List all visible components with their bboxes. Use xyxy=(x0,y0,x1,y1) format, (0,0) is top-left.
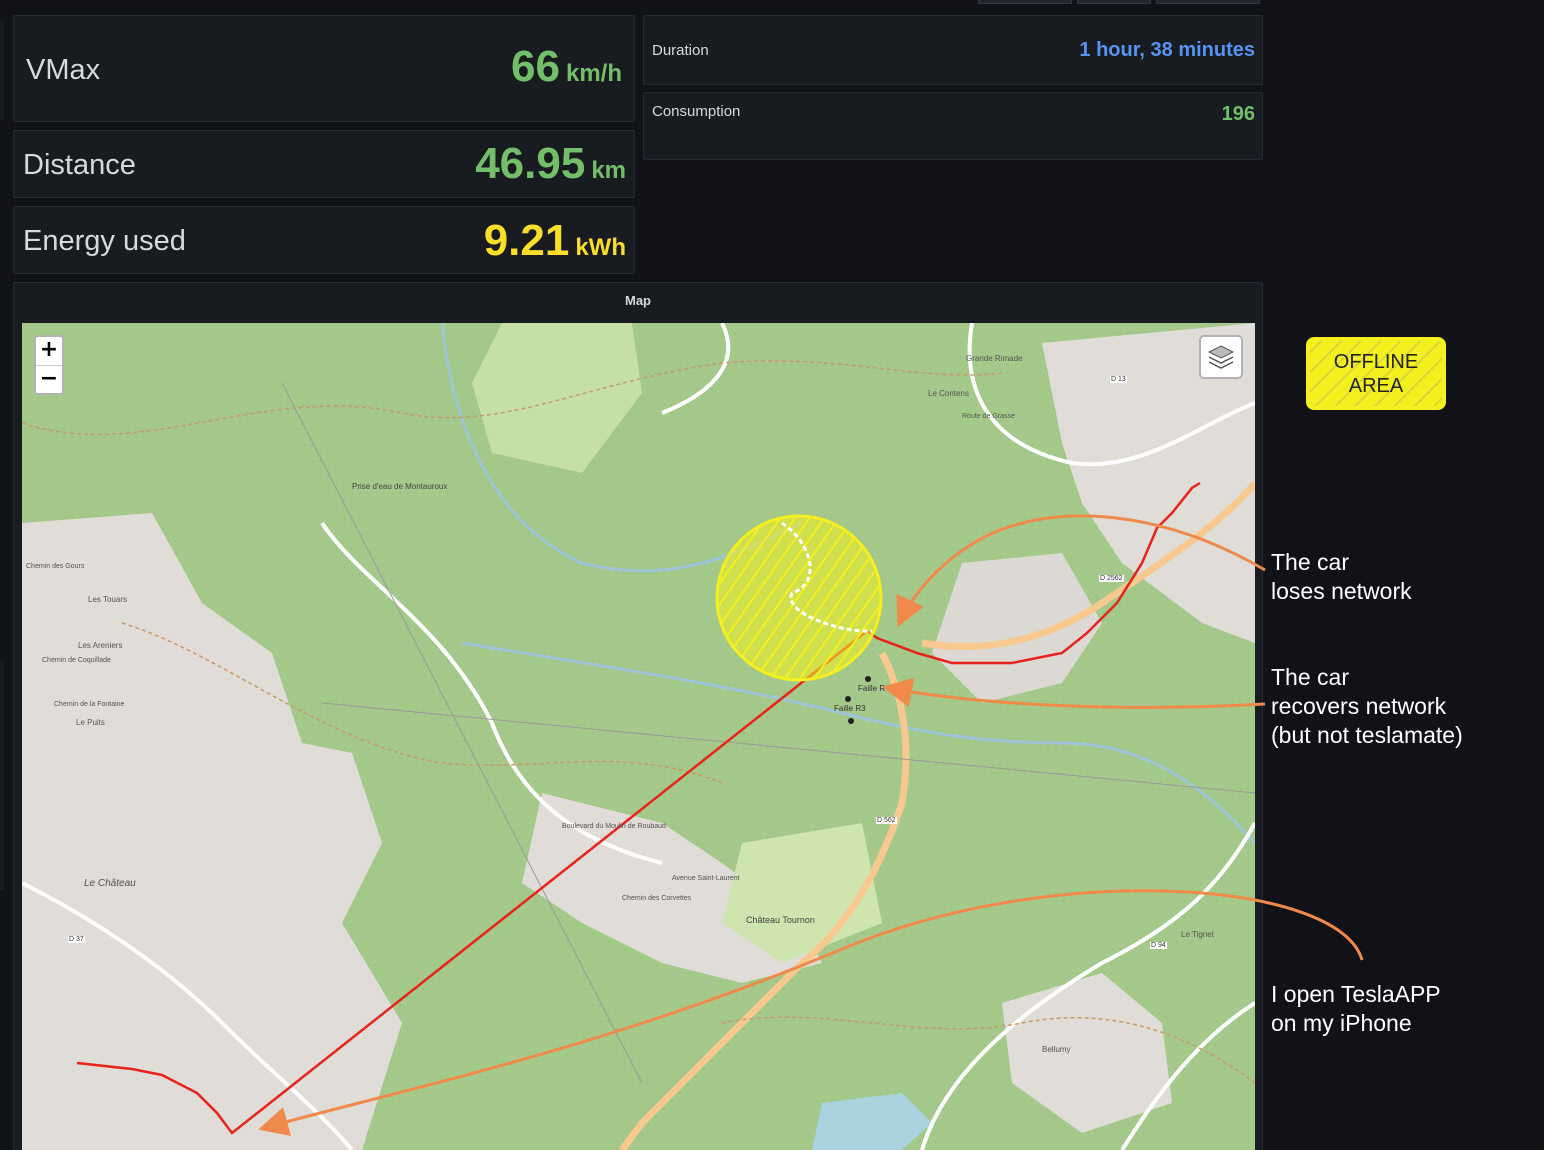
annotation-recovers-network: The car recovers network (but not teslam… xyxy=(1271,663,1463,750)
annotation-line: I open TeslaAPP xyxy=(1271,981,1441,1007)
annotation-line: on my iPhone xyxy=(1271,1010,1412,1036)
annotation-loses-network: The car loses network xyxy=(1271,548,1412,606)
offline-area-text: OFFLINE xyxy=(1333,351,1419,373)
annotation-line: (but not teslamate) xyxy=(1271,722,1463,748)
arrow-loses-network xyxy=(896,514,1266,628)
annotation-line: recovers network xyxy=(1271,693,1447,719)
annotation-line: The car xyxy=(1271,664,1349,690)
annotation-open-app: I open TeslaAPP on my iPhone xyxy=(1271,980,1441,1038)
annotation-line: The car xyxy=(1271,549,1349,575)
arrow-recovers-network xyxy=(882,677,1266,709)
annotation-line: loses network xyxy=(1271,578,1412,604)
offline-area-legend: OFFLINE AREA xyxy=(1306,337,1446,410)
offline-area-text: AREA xyxy=(1348,375,1404,397)
arrow-open-app xyxy=(258,889,1364,1136)
